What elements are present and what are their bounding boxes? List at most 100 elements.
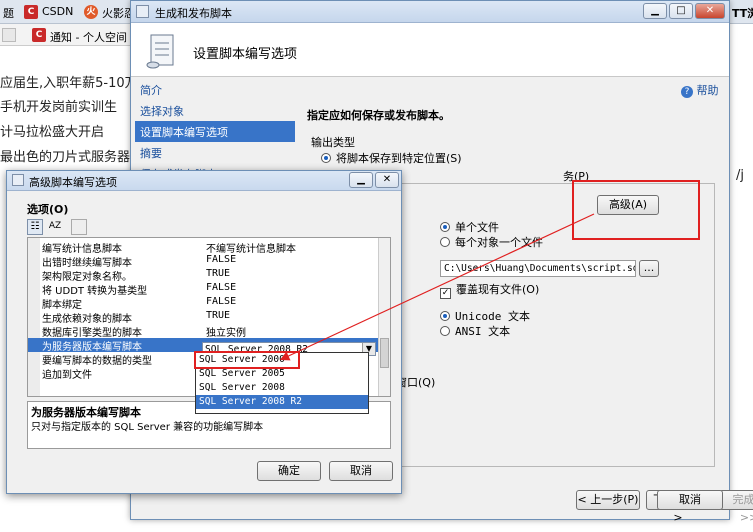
property-name: 追加到文件	[42, 370, 92, 381]
close-icon[interactable]: ✕	[375, 172, 399, 188]
browser-tab-huoying[interactable]: 火 火影忍	[80, 2, 130, 22]
overwrite-checkbox[interactable]: ✓ 覆盖现有文件(O)	[440, 281, 539, 299]
radio-single-file[interactable]: 单个文件	[440, 219, 499, 235]
help-label: 帮助	[696, 84, 719, 97]
minimize-icon[interactable]: ▁	[643, 3, 667, 19]
check-icon: ✓	[440, 288, 451, 299]
wizard-cancel-button[interactable]: 取消	[657, 490, 723, 510]
property-value: TRUE	[206, 310, 231, 321]
file-path-input[interactable]: C:\Users\Huang\Documents\script.sql	[440, 260, 636, 277]
nav-item-select-objects[interactable]: 选择对象	[135, 100, 295, 121]
ok-button[interactable]: 确定	[257, 461, 321, 481]
radio-ansi[interactable]: ANSI 文本	[440, 323, 510, 339]
property-pages-icon[interactable]	[71, 219, 87, 235]
advanced-dialog-title-bar[interactable]: 高级脚本编写选项 ▁ ✕	[7, 171, 401, 191]
scroll-icon	[146, 34, 174, 69]
radio-dot	[440, 222, 450, 232]
property-value: FALSE	[206, 282, 237, 293]
nav-item-summary[interactable]: 摘要	[135, 142, 295, 163]
bg-text-right: /j	[736, 168, 744, 183]
property-name: 出错时继续编写脚本	[42, 258, 132, 269]
radio-dot	[440, 326, 450, 336]
radio-label: Unicode 文本	[455, 310, 530, 323]
csdn-icon: C	[24, 5, 38, 19]
property-value: 不编写统计信息脚本	[206, 244, 296, 255]
property-name: 生成依赖对象的脚本	[42, 314, 132, 325]
radio-dot	[321, 153, 331, 163]
property-row[interactable]: 架构限定对象名称。 TRUE	[28, 268, 378, 283]
options-label: 选项(O)	[27, 203, 69, 216]
output-type-label: 输出类型	[311, 136, 355, 149]
advanced-options-dialog: 高级脚本编写选项 ▁ ✕ 选项(O) ☷ AZ 编写统计信息脚本 不编写统计信息脚…	[6, 170, 402, 494]
prev-button[interactable]: < 上一步(P)	[576, 490, 640, 510]
advanced-dialog-title: 高级脚本编写选项	[29, 176, 117, 189]
scrollbar[interactable]	[378, 238, 390, 396]
radio-file-per-object[interactable]: 每个对象一个文件	[440, 234, 543, 250]
radio-label: ANSI 文本	[455, 325, 511, 338]
scrollbar-thumb[interactable]	[380, 338, 389, 368]
bg-text-line[interactable]: 最出色的刀片式服务器	[0, 146, 130, 165]
wizard-title: 生成和发布脚本	[155, 7, 232, 20]
page-icon	[2, 28, 16, 42]
property-row[interactable]: 将 UDDT 转换为基类型 FALSE	[28, 282, 378, 297]
radio-dot	[440, 311, 450, 321]
categorized-sort-icon[interactable]: ☷	[27, 219, 43, 235]
alphabetical-sort-icon[interactable]: AZ	[47, 219, 63, 235]
dropdown-option-2008[interactable]: SQL Server 2008	[196, 381, 368, 395]
property-value: TRUE	[206, 268, 231, 279]
description-text: 只对与指定版本的 SQL Server 兼容的功能编写脚本	[31, 422, 264, 433]
help-icon: ?	[681, 86, 693, 98]
page-title: 设置脚本编写选项	[193, 47, 298, 62]
dropdown-option-2005[interactable]: SQL Server 2005	[196, 367, 368, 381]
property-name: 脚本绑定	[42, 300, 82, 311]
property-name: 编写统计信息脚本	[42, 244, 122, 255]
tab-label: 通知 - 个人空间 -	[50, 31, 135, 44]
bg-text-line[interactable]: 手机开发岗前实训生	[0, 96, 117, 115]
maximize-icon[interactable]: □	[669, 3, 693, 19]
property-value: 独立实例	[206, 328, 246, 339]
dropdown-option-2008-r2[interactable]: SQL Server 2008 R2	[196, 395, 368, 409]
close-icon[interactable]: ✕	[695, 3, 725, 19]
browser-tab-csdn[interactable]: C CSDN	[20, 2, 78, 22]
nav-item-intro[interactable]: 简介	[135, 79, 295, 100]
property-row[interactable]: 出错时继续编写脚本 FALSE	[28, 254, 378, 269]
browse-button[interactable]: ...	[639, 260, 659, 277]
property-name: 架构限定对象名称。	[42, 272, 132, 283]
property-value: FALSE	[206, 296, 237, 307]
property-name: 为服务器版本编写脚本	[42, 342, 142, 353]
advanced-cancel-button[interactable]: 取消	[329, 461, 393, 481]
property-name: 数据库引擎类型的脚本	[42, 328, 142, 339]
annotation-highlight-sql2000	[194, 351, 300, 369]
minimize-icon[interactable]: ▁	[349, 172, 373, 188]
script-icon	[136, 5, 149, 18]
bg-text-line[interactable]: 计马拉松盛大开启	[0, 121, 104, 140]
bg-text-line[interactable]: 应届生,入职年薪5-10万	[0, 72, 138, 91]
property-name: 将 UDDT 转换为基类型	[42, 286, 148, 297]
help-link[interactable]: ? 帮助	[681, 82, 719, 98]
property-row[interactable]: 编写统计信息脚本 不编写统计信息脚本	[28, 240, 378, 255]
csdn-icon: C	[32, 28, 46, 42]
script-icon	[12, 174, 24, 186]
property-row[interactable]: 生成依赖对象的脚本 TRUE	[28, 310, 378, 325]
wizard-header: 设置脚本编写选项	[131, 23, 729, 77]
tab-label: 火影忍	[102, 7, 130, 20]
browser-tab-right-partial[interactable]: TT浏	[730, 2, 753, 22]
radio-save-to-location[interactable]: 将脚本保存到特定位置(S)	[321, 150, 462, 166]
huoying-icon: 火	[84, 5, 98, 19]
annotation-highlight-advanced	[572, 180, 700, 240]
radio-label: 单个文件	[455, 221, 499, 234]
wizard-title-bar[interactable]: 生成和发布脚本 ▁ □ ✕	[131, 1, 729, 23]
nav-item-script-options[interactable]: 设置脚本编写选项	[135, 121, 295, 142]
tab-label: CSDN	[42, 5, 74, 18]
property-row[interactable]: 脚本绑定 FALSE	[28, 296, 378, 311]
property-name: 要编写脚本的数据的类型	[42, 356, 152, 367]
browser-tab-partial[interactable]: 题	[0, 2, 18, 22]
checkbox-label: 覆盖现有文件(O)	[456, 283, 540, 296]
finish-button[interactable]: 完成(F) >>|	[719, 490, 753, 524]
browser-second-tab[interactable]: C 通知 - 个人空间 -	[0, 24, 140, 46]
property-row[interactable]: 数据库引擎类型的脚本 独立实例	[28, 324, 378, 339]
radio-dot	[440, 237, 450, 247]
radio-unicode[interactable]: Unicode 文本	[440, 308, 530, 324]
radio-label: 每个对象一个文件	[455, 236, 543, 249]
property-value: FALSE	[206, 254, 237, 265]
